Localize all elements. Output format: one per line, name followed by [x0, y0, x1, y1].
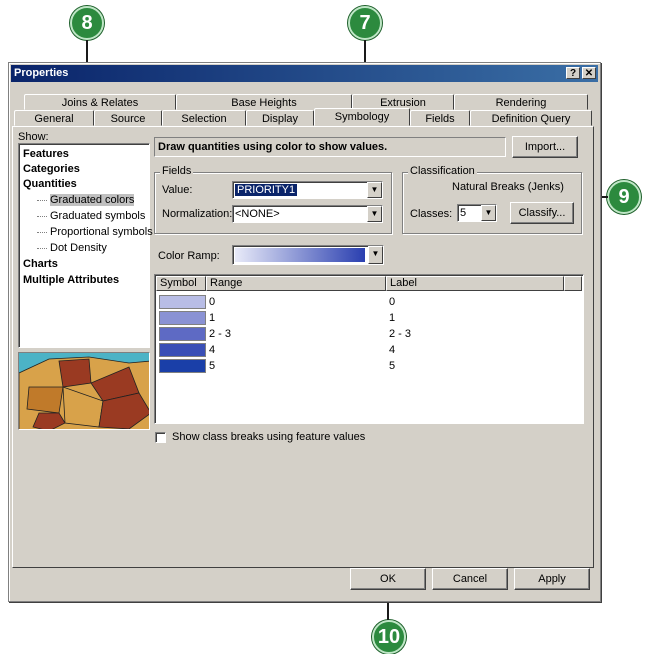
classes-table[interactable]: Symbol Range Label 0 0 1 1 2 - 3 2 - 3 4… — [154, 274, 584, 424]
show-subitem-graduated-colors[interactable]: Graduated colors — [37, 194, 135, 206]
show-listbox[interactable]: Features Categories Quantities Graduated… — [18, 143, 153, 348]
show-subitem-proportional-symbols[interactable]: Proportional symbols — [37, 226, 153, 238]
window-title: Properties — [14, 67, 69, 79]
show-subitem-label: Graduated symbols — [50, 210, 146, 222]
apply-button[interactable]: Apply — [514, 568, 590, 590]
callout-10: 10 — [372, 620, 406, 654]
show-item-charts[interactable]: Charts — [23, 258, 58, 270]
chevron-down-icon[interactable]: ▼ — [481, 205, 496, 221]
range-cell: 1 — [209, 312, 216, 324]
value-dropdown[interactable]: PRIORITY1 ▼ — [232, 181, 383, 199]
table-row[interactable]: 0 0 — [157, 295, 577, 310]
label-cell: 2 - 3 — [389, 328, 412, 340]
callout-9: 9 — [607, 180, 641, 214]
header-blank — [564, 276, 582, 291]
classification-method: Natural Breaks (Jenks) — [452, 181, 564, 193]
tab-display[interactable]: Display — [246, 110, 314, 126]
map-preview-image — [18, 352, 150, 430]
normalization-selected: <NONE> — [235, 208, 280, 220]
symbol-swatch[interactable] — [159, 343, 206, 357]
range-cell: 2 - 3 — [209, 328, 232, 340]
ok-button[interactable]: OK — [350, 568, 426, 590]
tab-definition-query[interactable]: Definition Query — [470, 110, 592, 126]
symbol-swatch[interactable] — [159, 311, 206, 325]
value-selected: PRIORITY1 — [235, 184, 298, 196]
classification-group-label: Classification — [408, 165, 477, 177]
tab-fields[interactable]: Fields — [410, 110, 470, 126]
renderer-description: Draw quantities using color to show valu… — [154, 137, 506, 157]
label-cell: 5 — [389, 360, 396, 372]
show-breaks-label[interactable]: Show class breaks using feature values — [172, 431, 365, 443]
color-ramp-label: Color Ramp: — [158, 250, 220, 262]
symbol-swatch[interactable] — [159, 359, 206, 373]
range-cell: 4 — [209, 344, 216, 356]
color-ramp-swatch — [235, 248, 365, 262]
show-subitem-label: Proportional symbols — [50, 226, 153, 238]
header-range[interactable]: Range — [206, 276, 386, 291]
fields-group-label: Fields — [160, 165, 194, 177]
callout-8: 8 — [70, 6, 104, 40]
chevron-down-icon[interactable]: ▼ — [368, 246, 383, 264]
classify-button[interactable]: Classify... — [510, 202, 574, 224]
normalization-label: Normalization: — [162, 208, 233, 220]
classes-dropdown[interactable]: 5 ▼ — [457, 204, 497, 222]
label-cell: 1 — [389, 312, 396, 324]
show-subitem-graduated-symbols[interactable]: Graduated symbols — [37, 210, 145, 222]
show-item-features[interactable]: Features — [23, 148, 69, 160]
title-bar: Properties ? ✕ — [11, 65, 598, 82]
table-row[interactable]: 2 - 3 2 - 3 — [157, 327, 577, 342]
show-item-categories[interactable]: Categories — [23, 163, 80, 175]
show-breaks-checkbox[interactable] — [155, 432, 166, 443]
show-item-multiple-attributes[interactable]: Multiple Attributes — [23, 274, 119, 286]
callout-7: 7 — [348, 6, 382, 40]
classes-selected: 5 — [460, 207, 467, 219]
tab-rendering[interactable]: Rendering — [454, 94, 588, 110]
symbol-swatch[interactable] — [159, 295, 206, 309]
header-label[interactable]: Label — [386, 276, 564, 291]
map-preview-graphic — [19, 356, 149, 429]
color-ramp-dropdown[interactable]: ▼ — [232, 245, 384, 265]
show-subitem-label: Graduated colors — [50, 194, 135, 206]
range-cell: 5 — [209, 360, 216, 372]
table-row[interactable]: 1 1 — [157, 311, 577, 326]
label-cell: 4 — [389, 344, 396, 356]
header-symbol[interactable]: Symbol — [156, 276, 206, 291]
tab-general[interactable]: General — [14, 110, 94, 126]
show-item-quantities[interactable]: Quantities — [23, 178, 77, 190]
chevron-down-icon[interactable]: ▼ — [367, 182, 382, 198]
import-button[interactable]: Import... — [512, 136, 578, 158]
close-icon[interactable]: ✕ — [582, 67, 596, 79]
table-row[interactable]: 4 4 — [157, 343, 577, 358]
normalization-dropdown[interactable]: <NONE> ▼ — [232, 205, 383, 223]
table-row[interactable]: 5 5 — [157, 359, 577, 374]
symbol-swatch[interactable] — [159, 327, 206, 341]
range-cell: 0 — [209, 296, 216, 308]
show-label: Show: — [18, 131, 49, 143]
tab-symbology[interactable]: Symbology — [314, 108, 410, 126]
classes-label: Classes: — [410, 208, 453, 220]
tab-joins-relates[interactable]: Joins & Relates — [24, 94, 176, 110]
tab-source[interactable]: Source — [94, 110, 162, 126]
help-button[interactable]: ? — [566, 67, 580, 79]
tab-selection[interactable]: Selection — [162, 110, 246, 126]
show-subitem-dot-density[interactable]: Dot Density — [37, 242, 107, 254]
chevron-down-icon[interactable]: ▼ — [367, 206, 382, 222]
label-cell: 0 — [389, 296, 396, 308]
show-subitem-label: Dot Density — [50, 242, 107, 254]
cancel-button[interactable]: Cancel — [432, 568, 508, 590]
value-label: Value: — [162, 184, 193, 196]
